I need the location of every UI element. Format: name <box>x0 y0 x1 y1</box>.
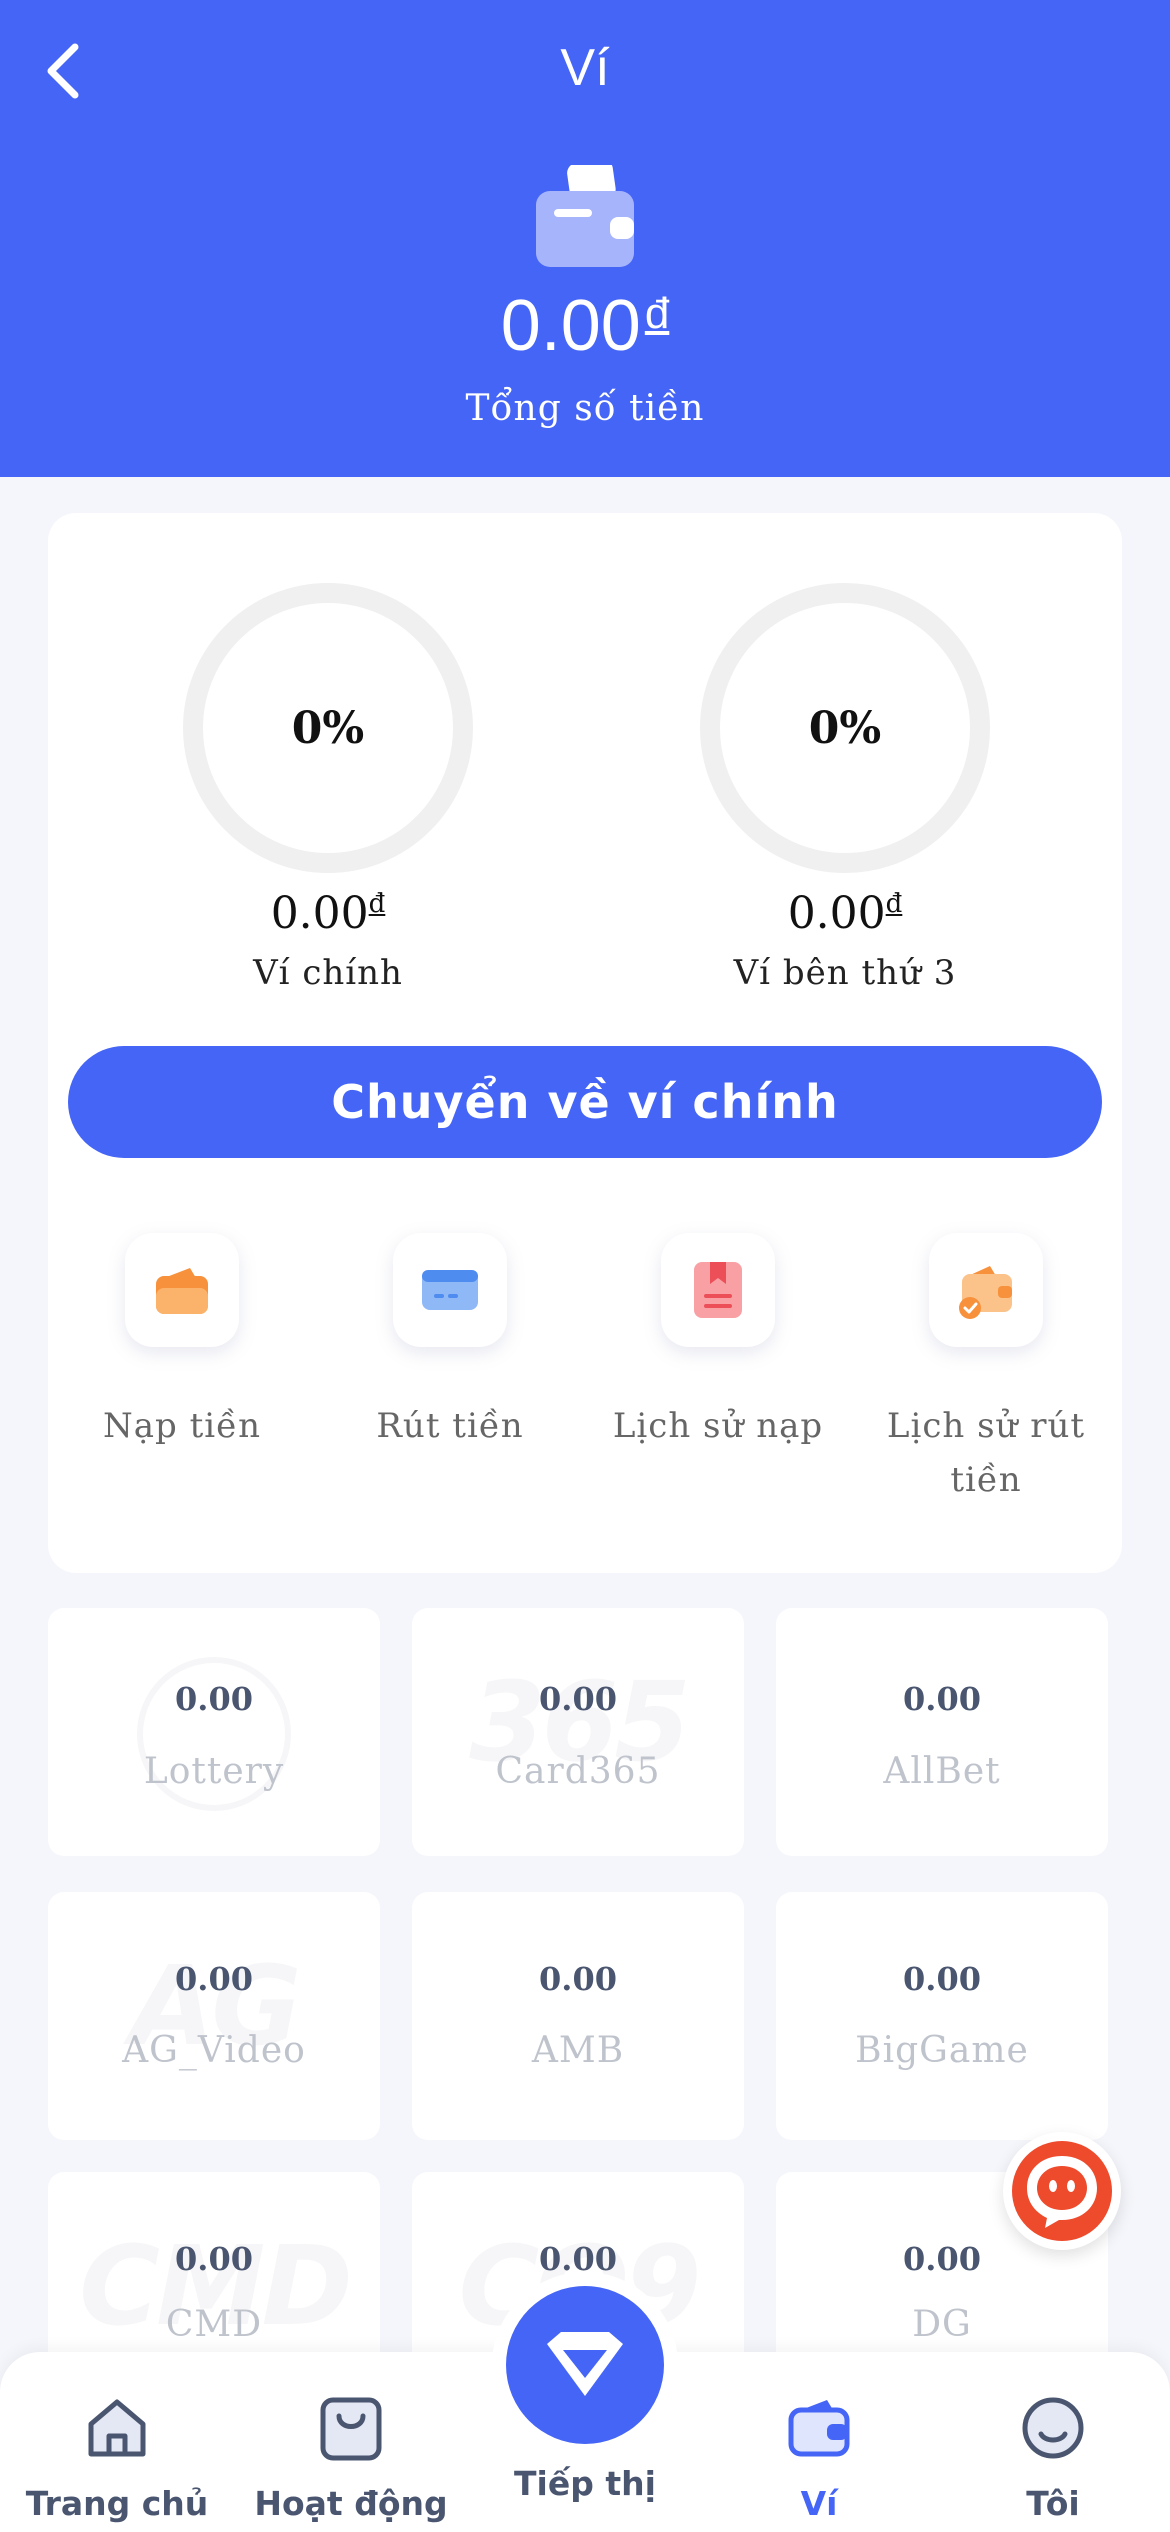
third-party-wallet-ring: 0% <box>700 583 990 873</box>
game-name: Card365 <box>495 1751 661 1792</box>
diamond-icon <box>547 2332 623 2396</box>
deposit-history-label: Lịch sử nạp <box>612 1406 824 1446</box>
third-party-wallet-amount-value: 0.00 <box>787 888 886 939</box>
deposit-history-action[interactable]: Lịch sử nạp <box>584 1233 852 1453</box>
deposit-history-icon-box <box>661 1233 775 1347</box>
profile-icon <box>1022 2397 1084 2459</box>
game-name: AMB <box>531 2030 625 2071</box>
tab-label: Hoạt động <box>254 2484 448 2523</box>
withdraw-icon-box <box>393 1233 507 1347</box>
total-amount-value: 0.00 <box>500 286 641 366</box>
currency-symbol: đ <box>644 289 670 338</box>
total-label: Tổng số tiền <box>465 388 705 429</box>
game-card-amb[interactable]: 0.00 AMB <box>412 1892 744 2140</box>
game-card-ag-video[interactable]: AG 0.00 AG_Video <box>48 1892 380 2140</box>
game-balance: 0.00 <box>175 1960 253 1998</box>
withdraw-history-label: Lịch sử rút tiền <box>886 1406 1086 1500</box>
deposit-wallet-icon <box>156 1268 208 1314</box>
game-name: Lottery <box>143 1751 285 1792</box>
withdraw-label: Rút tiền <box>376 1406 524 1446</box>
wallet-card: 0% 0% 0.00đ 0.00đ Ví chính Ví bên thứ 3 … <box>48 513 1122 1573</box>
third-party-wallet-amount: 0.00đ <box>655 888 1035 939</box>
deposit-icon-box <box>125 1233 239 1347</box>
tab-label: Tiếp thị <box>514 2464 656 2503</box>
tab-wallet[interactable]: Ví <box>702 2392 936 2523</box>
deposit-label: Nạp tiền <box>103 1406 261 1446</box>
main-wallet-amount-value: 0.00 <box>270 888 369 939</box>
withdraw-history-icon <box>959 1266 1012 1319</box>
game-card-biggame[interactable]: 0.00 BigGame <box>776 1892 1108 2140</box>
tab-home[interactable]: Trang chủ <box>0 2392 234 2523</box>
marketing-center-button[interactable] <box>506 2286 664 2444</box>
wallet-header: Ví 0.00đ Tổng số tiền <box>0 0 1170 477</box>
game-balance: 0.00 <box>175 1680 253 1718</box>
wallet-hero-icon <box>536 165 634 267</box>
game-name: BigGame <box>855 2030 1029 2071</box>
currency-symbol: đ <box>885 889 903 919</box>
withdraw-history-icon-box <box>929 1233 1043 1347</box>
game-card-lottery[interactable]: 0.00 Lottery <box>48 1608 380 1856</box>
tab-label: Trang chủ <box>25 2484 209 2523</box>
currency-symbol: đ <box>368 889 386 919</box>
tab-marketing[interactable]: Tiếp thị <box>468 2464 702 2503</box>
game-name: DG <box>912 2304 972 2345</box>
main-wallet-ring: 0% <box>183 583 473 873</box>
withdraw-action[interactable]: Rút tiền <box>316 1233 584 1453</box>
game-card-card365[interactable]: 365 0.00 Card365 <box>412 1608 744 1856</box>
game-name: CMD <box>165 2304 263 2345</box>
game-balance: 0.00 <box>903 1680 981 1718</box>
chat-bubble-icon <box>1012 2141 1112 2241</box>
game-name: AG_Video <box>122 2030 306 2071</box>
home-icon <box>88 2399 146 2457</box>
third-party-wallet-label: Ví bên thứ 3 <box>733 953 957 993</box>
gift-bag-icon <box>320 2397 382 2461</box>
tab-label: Ví <box>800 2484 838 2523</box>
main-wallet-percent: 0% <box>291 702 365 754</box>
third-party-wallet-percent: 0% <box>808 702 882 754</box>
game-balance: 0.00 <box>539 2240 617 2278</box>
support-chat-button[interactable] <box>1003 2132 1121 2250</box>
tab-activity[interactable]: Hoạt động <box>234 2392 468 2523</box>
game-balance: 0.00 <box>539 1680 617 1718</box>
wallet-actions: Nạp tiền Rút tiền Lịch sử nạp Lịch sử rú… <box>48 1233 1122 1553</box>
page-title: Ví <box>560 39 610 97</box>
game-name: AllBet <box>883 1751 1001 1792</box>
game-balance: 0.00 <box>903 1960 981 1998</box>
card-icon <box>422 1270 478 1310</box>
deposit-history-icon <box>694 1262 742 1318</box>
deposit-action[interactable]: Nạp tiền <box>48 1233 316 1453</box>
game-balance: 0.00 <box>175 2240 253 2278</box>
tab-profile[interactable]: Tôi <box>936 2392 1170 2523</box>
total-amount: 0.00đ <box>0 285 1170 367</box>
game-card-allbet[interactable]: 0.00 AllBet <box>776 1608 1108 1856</box>
game-balance: 0.00 <box>539 1960 617 1998</box>
tab-label: Tôi <box>1026 2484 1080 2523</box>
transfer-to-main-button[interactable]: Chuyển về ví chính <box>68 1046 1102 1158</box>
withdraw-history-action[interactable]: Lịch sử rút tiền <box>852 1233 1120 1507</box>
main-wallet-label: Ví chính <box>253 953 403 993</box>
wallet-icon <box>788 2400 850 2457</box>
main-wallet-amount: 0.00đ <box>138 888 518 939</box>
